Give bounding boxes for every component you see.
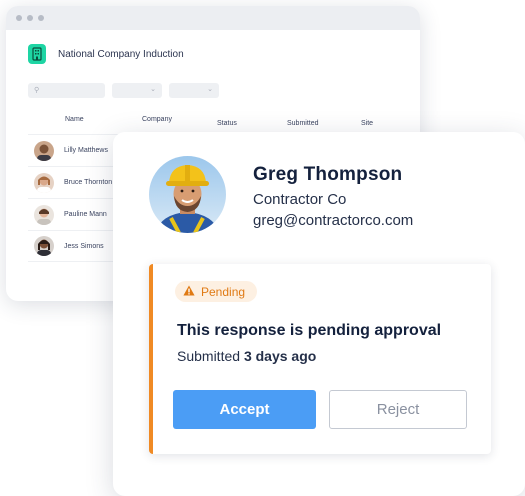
status-badge-label: Pending xyxy=(201,284,246,299)
window-dot-icon[interactable] xyxy=(27,15,33,21)
profile-avatar xyxy=(149,156,226,233)
submitted-value: 3 days ago xyxy=(243,348,317,364)
avatar xyxy=(34,172,54,193)
submitted-label: Submitted xyxy=(177,348,241,364)
row-name: Bruce Thornton xyxy=(64,179,113,186)
filter-select[interactable]: ⌄ xyxy=(169,83,219,98)
chevron-down-icon: ⌄ xyxy=(207,86,213,93)
row-name: Lilly Matthews xyxy=(64,147,108,154)
profile-name: Greg Thompson xyxy=(253,164,403,185)
approval-card: Greg Thompson Contractor Co greg@contrac… xyxy=(113,132,525,496)
status-badge: Pending xyxy=(175,281,258,302)
row-name: Jess Simons xyxy=(64,242,104,250)
filter-select[interactable]: ⌄ xyxy=(112,83,162,98)
approval-title: This response is pending approval xyxy=(177,322,442,339)
profile-company: Contractor Co xyxy=(253,191,347,208)
search-icon: ⚲ xyxy=(34,87,40,94)
filter-bar: ⚲ ⌄ ⌄ xyxy=(28,83,219,98)
avatar xyxy=(34,140,54,161)
column-header-company[interactable]: Company xyxy=(142,116,172,123)
column-header-status[interactable]: Status xyxy=(217,120,237,127)
induction-title: National Company Induction xyxy=(58,48,184,60)
row-name: Pauline Mann xyxy=(64,211,107,218)
window-titlebar xyxy=(6,6,420,30)
profile-info: Greg Thompson Contractor Co greg@contrac… xyxy=(253,164,413,229)
profile-email[interactable]: greg@contractorco.com xyxy=(253,212,413,229)
window-dot-icon[interactable] xyxy=(38,15,44,21)
column-header-name[interactable]: Name xyxy=(65,116,84,123)
induction-header: National Company Induction xyxy=(28,44,184,64)
window-dot-icon[interactable] xyxy=(16,15,22,21)
table-header: Name Company Status Submitted Site xyxy=(6,116,420,128)
search-input[interactable]: ⚲ xyxy=(28,83,105,98)
accept-button[interactable]: Accept xyxy=(173,390,316,429)
avatar xyxy=(34,204,54,225)
warning-icon xyxy=(183,283,195,301)
chevron-down-icon: ⌄ xyxy=(150,86,156,93)
building-icon xyxy=(28,44,46,64)
avatar xyxy=(34,236,54,256)
column-header-site[interactable]: Site xyxy=(361,120,373,127)
reject-button[interactable]: Reject xyxy=(329,390,467,429)
approval-panel: Pending This response is pending approva… xyxy=(149,264,491,454)
submitted-info: Submitted 3 days ago xyxy=(177,348,316,364)
column-header-submitted[interactable]: Submitted xyxy=(287,120,319,127)
